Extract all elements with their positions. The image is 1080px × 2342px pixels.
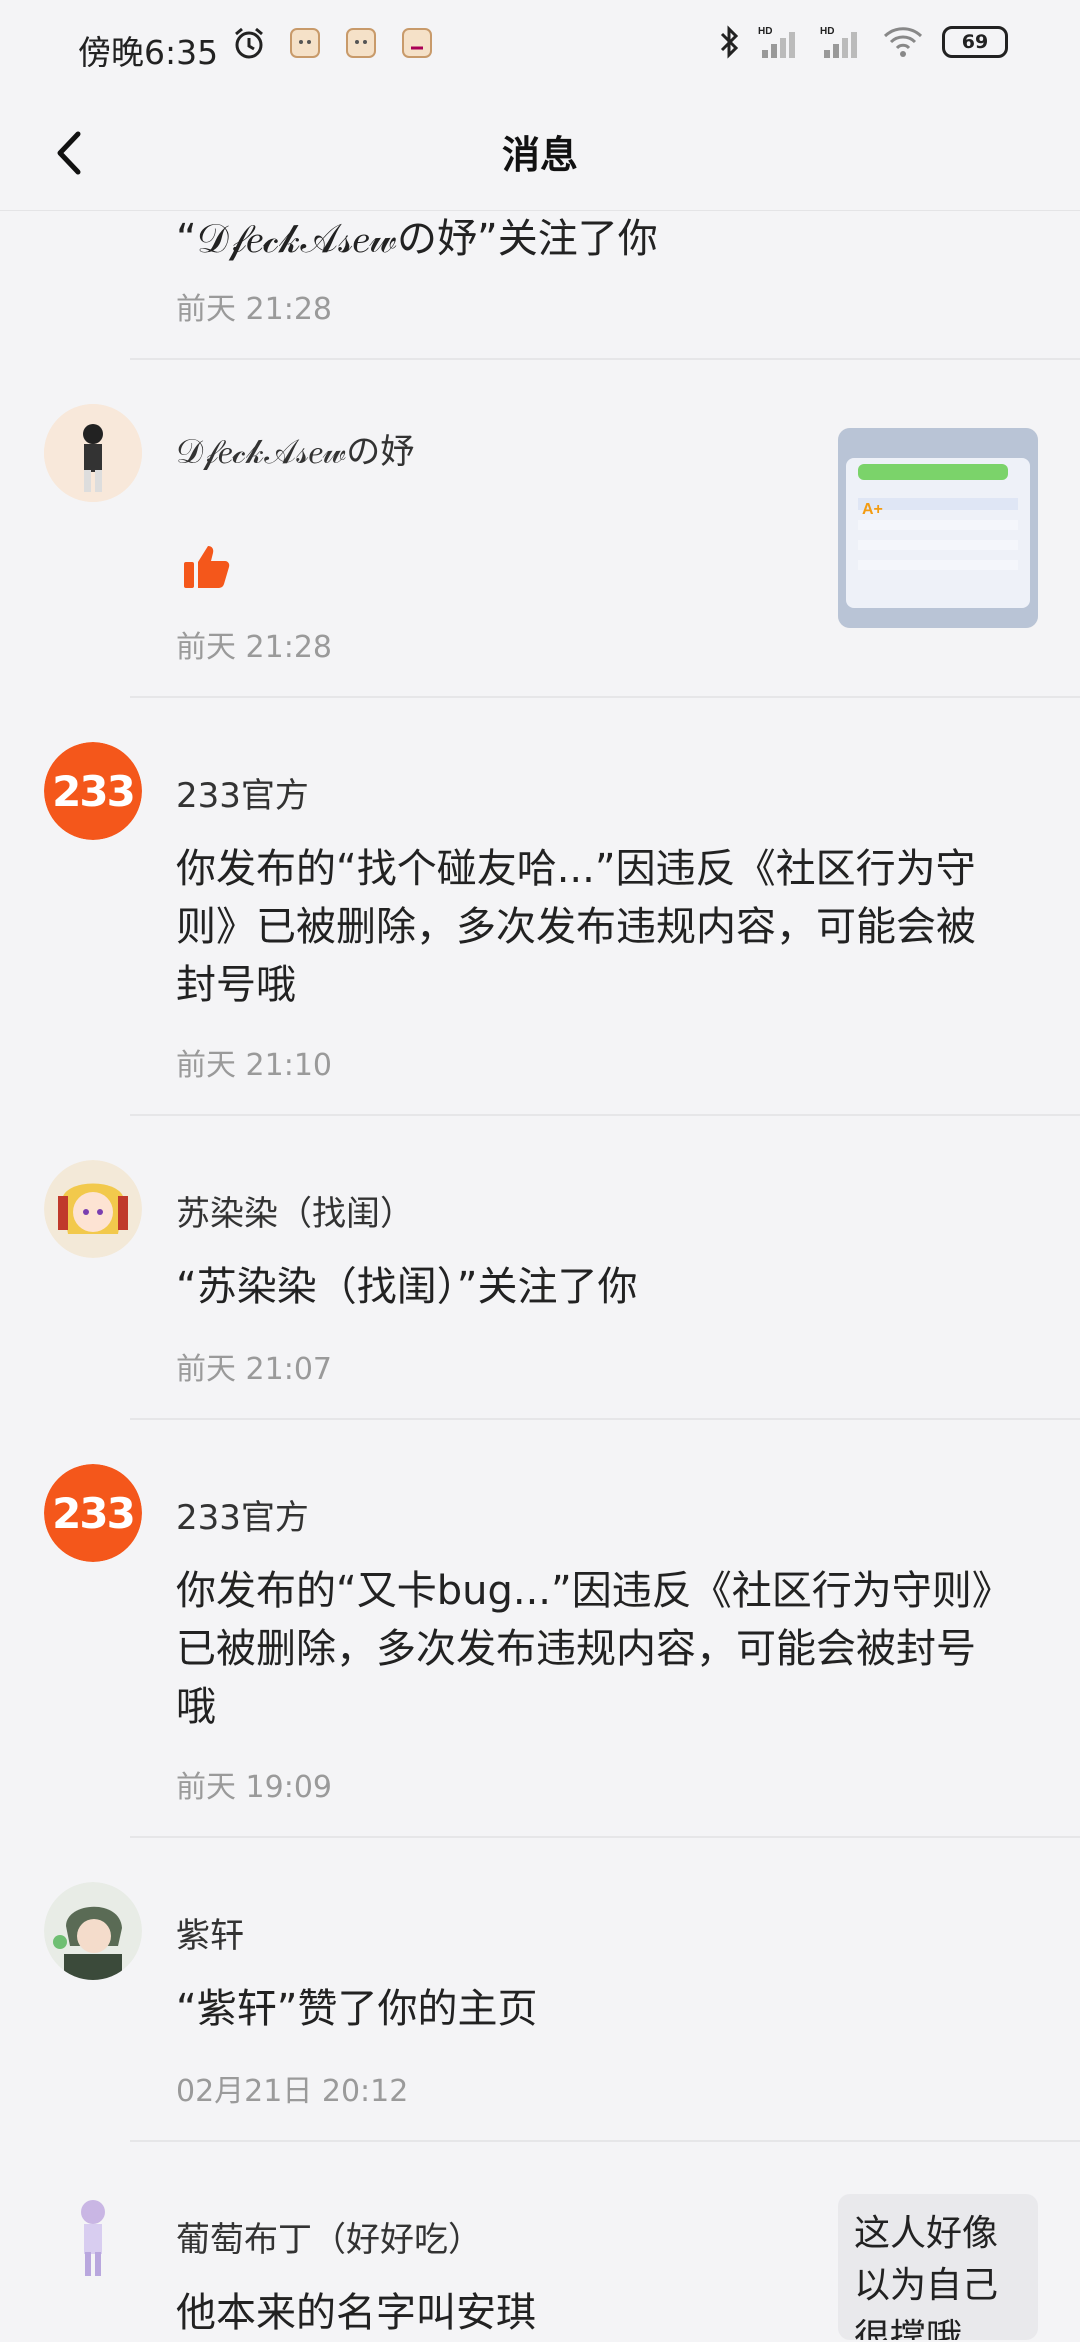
message-time: 前天 21:10 xyxy=(176,1048,332,1083)
svg-text:HD: HD xyxy=(758,26,772,37)
message-time: 前天 21:07 xyxy=(176,1352,332,1387)
divider xyxy=(130,2140,1080,2142)
app-icon xyxy=(288,26,322,60)
app-logo: 233 xyxy=(44,1464,142,1562)
status-time: 傍晚6:35 xyxy=(78,33,219,72)
message-time: 02月21日 20:12 xyxy=(176,2074,409,2109)
message-text: “紫轩”赞了你的主页 xyxy=(176,1986,538,2032)
avatar[interactable] xyxy=(44,2186,142,2284)
divider xyxy=(130,1114,1080,1116)
divider xyxy=(130,358,1080,360)
sender-name: 233官方 xyxy=(176,1498,309,1538)
app-icon xyxy=(400,26,434,60)
divider xyxy=(130,696,1080,698)
signal-icon: HD xyxy=(758,26,795,58)
divider xyxy=(130,1418,1080,1420)
sender-name: 𝒟𝒻𝑒𝒸𝓀𝒜𝓈𝑒𝓌の妤 xyxy=(176,432,415,472)
sender-name: 葡萄布丁（好好吃） xyxy=(176,2220,482,2260)
message-text: 你发布的“找个碰友哈...”因违反《社区行为守则》已被删除，多次发布违规内容，可… xyxy=(176,846,976,1008)
avatar[interactable] xyxy=(44,404,142,502)
sender-name: 233官方 xyxy=(176,776,309,816)
sender-name: 紫轩 xyxy=(176,1916,244,1956)
wifi-icon xyxy=(883,27,923,57)
app-icon xyxy=(344,26,378,60)
status-bar: 傍晚6:35 HD HD 69 xyxy=(0,0,1080,96)
divider xyxy=(130,1836,1080,1838)
quoted-comment[interactable]: 这人好像以为自己很撑哦 xyxy=(838,2194,1038,2340)
avatar[interactable]: 233 xyxy=(44,1464,142,1562)
signal-icon: HD xyxy=(820,26,857,58)
message-text: 你发布的“又卡bug...”因违反《社区行为守则》已被删除，多次发布违规内容，可… xyxy=(176,1568,992,1730)
avatar[interactable] xyxy=(44,1882,142,1980)
bluetooth-icon xyxy=(720,25,739,59)
avatar[interactable] xyxy=(44,1160,142,1258)
sender-name: 苏染染（找闺） xyxy=(176,1194,414,1234)
battery-indicator: 69 xyxy=(942,26,1008,58)
alarm-icon xyxy=(232,26,266,60)
thumbs-up-icon xyxy=(180,538,236,598)
status-right-icons: HD HD 69 xyxy=(718,24,1008,60)
message-text: “𝒟𝒻𝑒𝒸𝓀𝒜𝓈𝑒𝓌の妤”关注了你 xyxy=(176,216,658,262)
message-time: 前天 19:09 xyxy=(176,1770,332,1805)
post-thumbnail[interactable]: A+ xyxy=(838,428,1038,628)
app-logo: 233 xyxy=(44,742,142,840)
status-left-icons xyxy=(232,26,434,60)
message-time: 前天 21:28 xyxy=(176,292,332,327)
svg-text:HD: HD xyxy=(820,26,834,37)
page-title: 消息 xyxy=(501,133,578,177)
avatar[interactable]: 233 xyxy=(44,742,142,840)
header: 消息 xyxy=(0,96,1080,211)
svg-text:A+: A+ xyxy=(862,501,883,518)
message-text: “苏染染（找闺）”关注了你 xyxy=(176,1264,638,1310)
message-time: 前天 21:28 xyxy=(176,630,332,665)
